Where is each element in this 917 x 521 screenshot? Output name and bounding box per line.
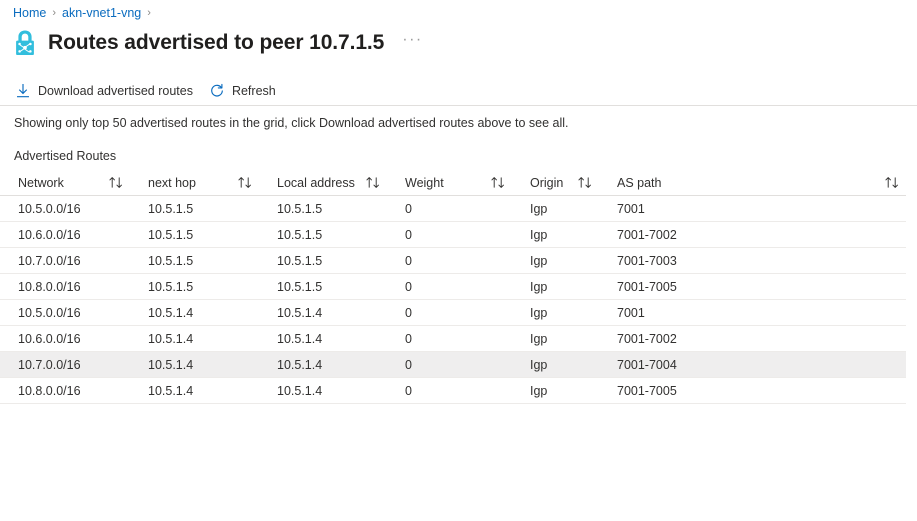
cell-origin: Igp xyxy=(530,279,548,294)
cell-local-address: 10.5.1.4 xyxy=(277,305,323,320)
cell-local-address: 10.5.1.4 xyxy=(277,357,323,372)
advertised-routes-section-label: Advertised Routes xyxy=(14,149,117,163)
column-header-local-address-label: Local address xyxy=(277,175,355,190)
cell-weight: 0 xyxy=(405,253,412,268)
breadcrumb-separator-icon: › xyxy=(52,7,57,19)
table-row[interactable]: 10.7.0.0/16 10.5.1.4 10.5.1.4 0 Igp 7001-7004 xyxy=(0,352,906,378)
cell-network: 10.8.0.0/16 xyxy=(18,279,81,294)
cell-weight: 0 xyxy=(405,305,412,320)
vpn-gateway-lock-icon xyxy=(12,29,38,57)
cell-as-path: 7001-7002 xyxy=(617,331,677,346)
cell-local-address: 10.5.1.5 xyxy=(277,253,323,268)
top-routes-notice: Showing only top 50 advertised routes in… xyxy=(14,116,569,130)
table-row[interactable]: 10.8.0.0/16 10.5.1.4 10.5.1.4 0 Igp 7001-7005 xyxy=(0,378,906,404)
download-advertised-routes-label: Download advertised routes xyxy=(38,84,193,98)
table-row[interactable]: 10.5.0.0/16 10.5.1.5 10.5.1.5 0 Igp 7001 xyxy=(0,196,906,222)
cell-local-address: 10.5.1.5 xyxy=(277,227,323,242)
advertised-routes-table: Network next hop Local address Weight Or… xyxy=(0,170,906,404)
page-header: Routes advertised to peer 10.7.1.5 ··· xyxy=(12,26,427,60)
cell-next-hop: 10.5.1.4 xyxy=(148,331,194,346)
breadcrumb-item-home[interactable]: Home xyxy=(13,5,46,21)
download-icon xyxy=(15,83,31,99)
cell-as-path: 7001-7002 xyxy=(617,227,677,242)
cell-weight: 0 xyxy=(405,331,412,346)
cell-local-address: 10.5.1.5 xyxy=(277,201,323,216)
cell-origin: Igp xyxy=(530,253,548,268)
cell-network: 10.7.0.0/16 xyxy=(18,357,81,372)
cell-network: 10.8.0.0/16 xyxy=(18,383,81,398)
column-header-next-hop[interactable]: next hop xyxy=(130,170,259,196)
breadcrumb: Home › akn-vnet1-vng › xyxy=(13,5,157,21)
cell-next-hop: 10.5.1.4 xyxy=(148,383,194,398)
cell-local-address: 10.5.1.4 xyxy=(277,383,323,398)
cell-local-address: 10.5.1.5 xyxy=(277,279,323,294)
table-body: 10.5.0.0/16 10.5.1.5 10.5.1.5 0 Igp 7001 10.6.… xyxy=(0,196,906,404)
sort-updown-icon xyxy=(233,176,251,189)
table-row[interactable]: 10.8.0.0/16 10.5.1.5 10.5.1.5 0 Igp 7001-7005 xyxy=(0,274,906,300)
cell-weight: 0 xyxy=(405,357,412,372)
column-header-network[interactable]: Network xyxy=(0,170,130,196)
refresh-icon xyxy=(209,83,225,99)
cell-network: 10.5.0.0/16 xyxy=(18,305,81,320)
cell-weight: 0 xyxy=(405,383,412,398)
cell-origin: Igp xyxy=(530,357,548,372)
download-advertised-routes-button[interactable]: Download advertised routes xyxy=(13,77,201,105)
column-header-weight[interactable]: Weight xyxy=(387,170,512,196)
cell-network: 10.7.0.0/16 xyxy=(18,253,81,268)
cell-origin: Igp xyxy=(530,201,548,216)
column-header-local-address[interactable]: Local address xyxy=(259,170,387,196)
cell-network: 10.6.0.0/16 xyxy=(18,227,81,242)
cell-next-hop: 10.5.1.4 xyxy=(148,305,194,320)
cell-network: 10.5.0.0/16 xyxy=(18,201,81,216)
cell-next-hop: 10.5.1.5 xyxy=(148,279,194,294)
cell-as-path: 7001-7005 xyxy=(617,383,677,398)
sort-updown-icon xyxy=(486,176,504,189)
cell-weight: 0 xyxy=(405,201,412,216)
cell-next-hop: 10.5.1.5 xyxy=(148,227,194,242)
command-bar-divider xyxy=(0,105,917,106)
page-title: Routes advertised to peer 10.7.1.5 xyxy=(48,31,385,54)
column-header-as-path[interactable]: AS path xyxy=(599,170,906,196)
cell-network: 10.6.0.0/16 xyxy=(18,331,81,346)
cell-weight: 0 xyxy=(405,227,412,242)
cell-as-path: 7001-7005 xyxy=(617,279,677,294)
cell-origin: Igp xyxy=(530,227,548,242)
cell-origin: Igp xyxy=(530,305,548,320)
refresh-button[interactable]: Refresh xyxy=(207,77,284,105)
table-row[interactable]: 10.5.0.0/16 10.5.1.4 10.5.1.4 0 Igp 7001 xyxy=(0,300,906,326)
cell-weight: 0 xyxy=(405,279,412,294)
cell-next-hop: 10.5.1.4 xyxy=(148,357,194,372)
refresh-label: Refresh xyxy=(231,84,276,98)
cell-as-path: 7001-7003 xyxy=(617,253,677,268)
column-header-origin-label: Origin xyxy=(530,175,564,190)
sort-updown-icon xyxy=(104,176,122,189)
sort-updown-icon xyxy=(361,176,379,189)
cell-origin: Igp xyxy=(530,383,548,398)
breadcrumb-separator-icon-2: › xyxy=(147,7,151,19)
cell-origin: Igp xyxy=(530,331,548,346)
sort-updown-icon xyxy=(573,176,591,189)
column-header-as-path-label: AS path xyxy=(617,175,662,190)
column-header-weight-label: Weight xyxy=(405,175,444,190)
column-header-origin[interactable]: Origin xyxy=(512,170,599,196)
table-row[interactable]: 10.6.0.0/16 10.5.1.5 10.5.1.5 0 Igp 7001-7002 xyxy=(0,222,906,248)
cell-local-address: 10.5.1.4 xyxy=(277,331,323,346)
command-bar: Download advertised routes Refresh xyxy=(0,77,917,105)
sort-updown-icon xyxy=(880,176,898,189)
column-header-network-label: Network xyxy=(18,175,64,190)
breadcrumb-item-resource[interactable]: akn-vnet1-vng xyxy=(62,5,141,21)
table-row[interactable]: 10.7.0.0/16 10.5.1.5 10.5.1.5 0 Igp 7001-7003 xyxy=(0,248,906,274)
cell-as-path: 7001-7004 xyxy=(617,357,677,372)
cell-next-hop: 10.5.1.5 xyxy=(148,253,194,268)
more-options-icon[interactable]: ··· xyxy=(398,31,426,55)
table-header-row: Network next hop Local address Weight Or… xyxy=(0,170,906,196)
cell-as-path: 7001 xyxy=(617,305,645,320)
cell-as-path: 7001 xyxy=(617,201,645,216)
column-header-next-hop-label: next hop xyxy=(148,175,196,190)
table-row[interactable]: 10.6.0.0/16 10.5.1.4 10.5.1.4 0 Igp 7001-7002 xyxy=(0,326,906,352)
cell-next-hop: 10.5.1.5 xyxy=(148,201,194,216)
